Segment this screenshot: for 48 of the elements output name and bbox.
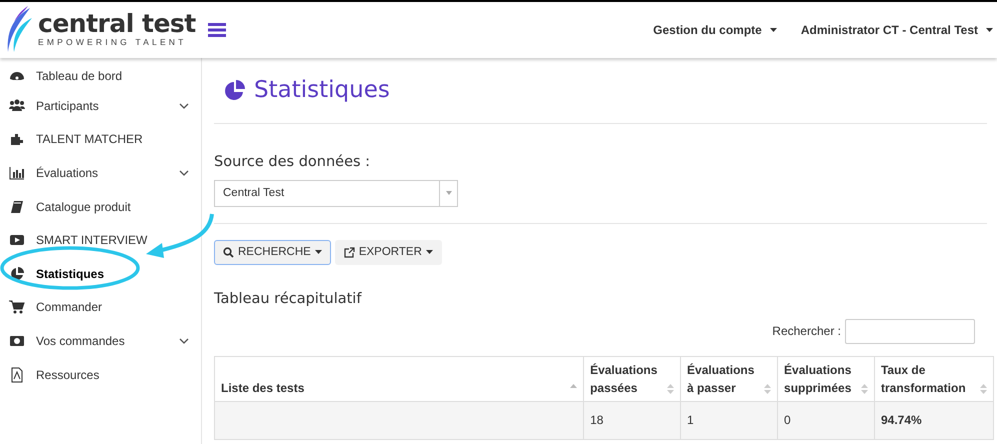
sidebar-item[interactable]: Statistiques [0, 256, 201, 291]
sidebar-item[interactable]: Commander [0, 290, 201, 324]
table-cell: 0 [778, 401, 874, 440]
pointer-arrow [146, 214, 214, 258]
account-menu[interactable]: Administrator CT - Central Test [800, 21, 993, 39]
sidebar-item[interactable]: SMART INTERVIEW [0, 223, 201, 257]
brand-tagline: EMPOWERING TALENT [38, 36, 188, 49]
account-menu[interactable]: Gestion du compte [653, 21, 777, 39]
sidebar-item[interactable]: Catalogue produit [0, 190, 201, 224]
table-cell: 18 [584, 401, 681, 440]
caret-icon [426, 250, 433, 254]
book-icon [9, 198, 25, 215]
sidebar-item[interactable]: Tableau de bord [0, 62, 201, 89]
pie-chart-icon [9, 266, 25, 282]
search-label: Rechercher : [772, 323, 841, 340]
pie-chart-icon [224, 80, 246, 102]
column-header[interactable]: Taux de transformation [874, 356, 994, 402]
caret-icon [986, 28, 993, 32]
table-cell: 1 [680, 401, 778, 440]
cart-icon [9, 299, 25, 316]
sidebar-item[interactable]: TALENT MATCHER [0, 122, 201, 156]
pdf-file-icon [9, 366, 25, 383]
table-cell: 94.74% [874, 401, 994, 440]
source-label: Source des données : [214, 153, 372, 172]
caret-icon [314, 250, 322, 254]
column-header[interactable]: Évaluations supprimées [778, 356, 874, 402]
sidebar-item[interactable]: Participants [0, 89, 201, 123]
section-title: Tableau récapitulatif [214, 290, 363, 309]
menu-icon[interactable] [208, 23, 226, 37]
page-title: Statistiques [254, 76, 390, 106]
source-select[interactable]: Central Test [214, 180, 458, 207]
puzzle-icon [9, 131, 25, 148]
search-button[interactable]: RECHERCHE [214, 240, 331, 265]
search-field[interactable] [845, 318, 975, 344]
column-header[interactable]: Évaluations à passer [680, 356, 778, 402]
caret-icon [446, 191, 452, 196]
export-button[interactable]: EXPORTER [334, 240, 442, 265]
external-link-icon [344, 246, 355, 258]
sidebar-item[interactable]: Ressources [0, 358, 201, 392]
search-icon [223, 246, 234, 258]
column-header[interactable]: Évaluations passées [584, 356, 681, 402]
bar-chart-icon [9, 164, 25, 181]
caret-icon [770, 28, 777, 32]
brand-name: central test [38, 11, 196, 36]
users-icon [9, 98, 25, 114]
column-header[interactable]: Liste des tests [214, 356, 584, 402]
sidebar-item[interactable]: Évaluations [0, 156, 201, 190]
sidebar-item[interactable]: Vos commandes [0, 324, 201, 358]
